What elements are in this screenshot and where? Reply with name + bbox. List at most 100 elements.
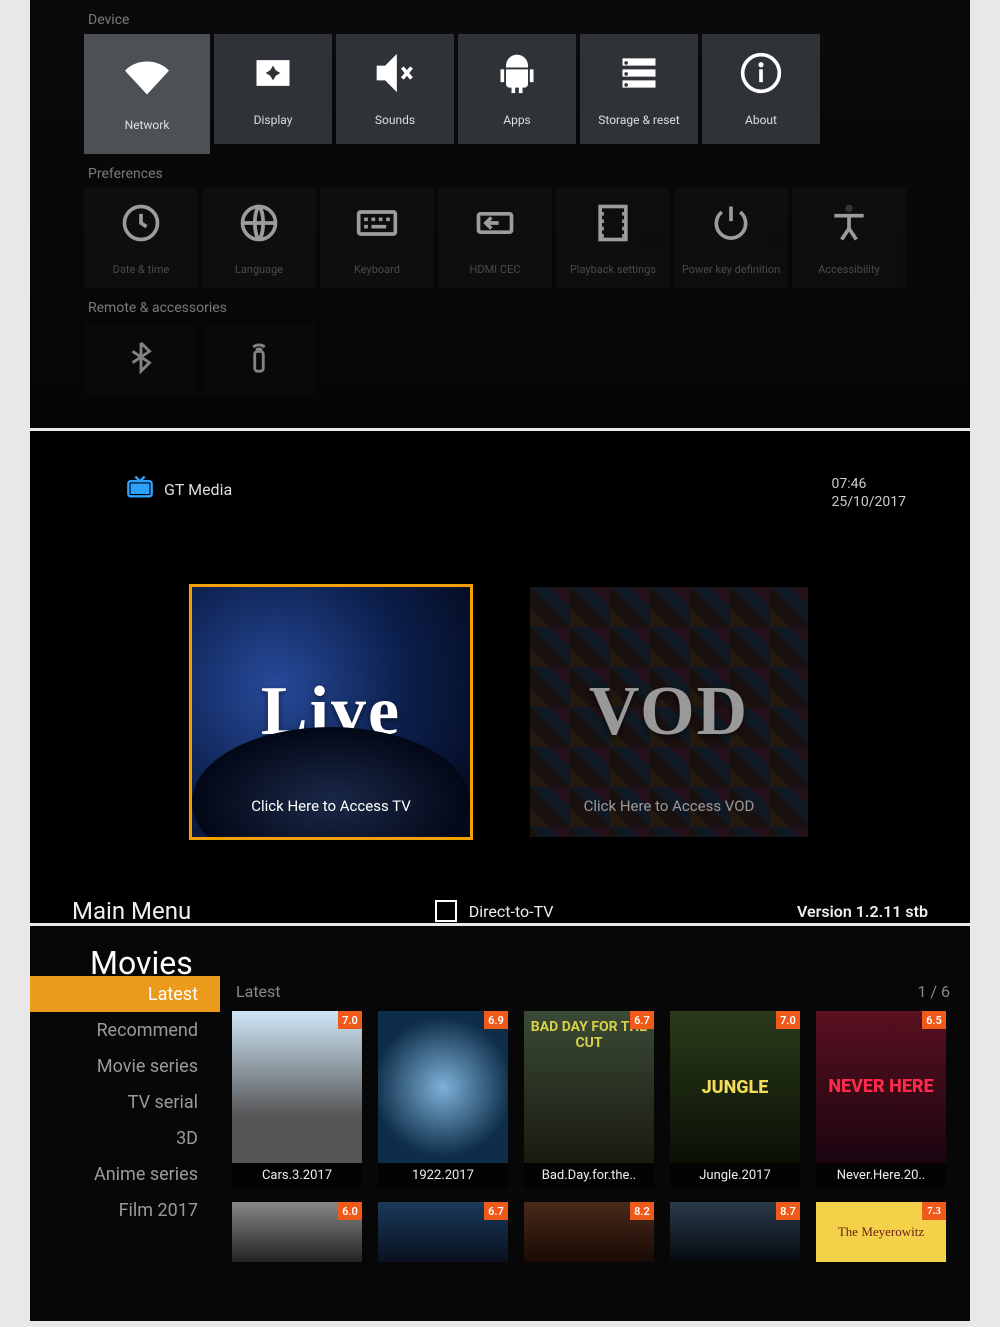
rating-badge: 7.0 bbox=[338, 1011, 362, 1029]
direct-tv-label: Direct-to-TV bbox=[469, 902, 554, 921]
poster-name: Bad.Day.for.the.. bbox=[524, 1163, 654, 1188]
section-preferences-title: Preferences bbox=[38, 154, 962, 188]
sidebar-item-recommend[interactable]: Recommend bbox=[30, 1012, 220, 1048]
tile-label: Storage & reset bbox=[598, 113, 679, 127]
info-icon bbox=[739, 51, 783, 99]
power-icon bbox=[709, 201, 753, 249]
globe-icon bbox=[237, 201, 281, 249]
main-menu-label: Main Menu bbox=[72, 897, 191, 923]
poster-art: 8.2 bbox=[524, 1202, 654, 1262]
gtmedia-header: GT Media 07:46 25/10/2017 bbox=[70, 455, 930, 511]
tile-network[interactable]: Network bbox=[84, 34, 210, 154]
sidebar-item-tv-serial[interactable]: TV serial bbox=[30, 1084, 220, 1120]
tile-language[interactable]: Language bbox=[202, 188, 316, 288]
checkbox-icon bbox=[435, 900, 457, 922]
gtmedia-tiles: Live Click Here to Access TV VOD Click H… bbox=[70, 587, 930, 837]
movies-main: Latest 1 / 6 7.0 Cars.3.2017 6.9 1922.2017 B… bbox=[232, 982, 970, 1262]
brand: GT Media bbox=[126, 475, 232, 503]
tile-remote[interactable] bbox=[202, 322, 316, 396]
movie-poster[interactable]: 8.2 bbox=[524, 1202, 654, 1262]
vod-tile[interactable]: VOD Click Here to Access VOD bbox=[530, 587, 808, 837]
clock-date: 25/10/2017 bbox=[832, 493, 907, 511]
poster-art: NEVER HERE6.5 bbox=[816, 1011, 946, 1163]
movie-poster[interactable]: 6.0 bbox=[232, 1202, 362, 1262]
brand-text: GT Media bbox=[164, 480, 232, 499]
remote-icon bbox=[242, 340, 276, 378]
rating-badge: 6.0 bbox=[338, 1202, 362, 1220]
rating-badge: 6.7 bbox=[630, 1011, 654, 1029]
clock: 07:46 25/10/2017 bbox=[832, 475, 907, 511]
movie-poster[interactable]: NEVER HERE6.5Never.Here.20.. bbox=[816, 1011, 946, 1188]
tile-label: Apps bbox=[503, 113, 531, 127]
movie-poster[interactable]: 6.9 1922.2017 bbox=[378, 1011, 508, 1188]
sidebar-item-anime-series[interactable]: Anime series bbox=[30, 1156, 220, 1192]
movies-subtitle: Latest bbox=[236, 982, 281, 1001]
rating-badge: 8.7 bbox=[776, 1202, 800, 1220]
tile-accessibility[interactable]: Accessibility bbox=[792, 188, 906, 288]
movie-poster[interactable]: 6.7 bbox=[378, 1202, 508, 1262]
preferences-row: Date & time Language Keyboard HDMI CEC P… bbox=[38, 188, 962, 288]
sidebar-item-movie-series[interactable]: Movie series bbox=[30, 1048, 220, 1084]
tile-label: Sounds bbox=[375, 113, 415, 127]
tile-bluetooth[interactable] bbox=[84, 322, 198, 396]
tile-powerkey[interactable]: Power key definition bbox=[674, 188, 788, 288]
tile-keyboard[interactable]: Keyboard bbox=[320, 188, 434, 288]
poster-name: Jungle.2017 bbox=[670, 1163, 800, 1188]
wifi-icon bbox=[125, 56, 169, 104]
rating-badge: 7.0 bbox=[776, 1011, 800, 1029]
poster-name: 1922.2017 bbox=[378, 1163, 508, 1188]
tile-label: About bbox=[745, 113, 777, 127]
tile-label: Language bbox=[235, 263, 283, 276]
sidebar-item-film-2017[interactable]: Film 2017 bbox=[30, 1192, 220, 1228]
tile-label: Display bbox=[254, 113, 293, 127]
movies-row-2: 6.0 6.7 8.2 8.7 The Meyerowitz7.3 bbox=[232, 1202, 960, 1262]
tile-label: HDMI CEC bbox=[470, 263, 521, 276]
version-label: Version 1.2.11 stb bbox=[797, 902, 928, 921]
poster-name: Cars.3.2017 bbox=[232, 1163, 362, 1188]
clock-icon bbox=[119, 201, 163, 249]
tile-hdmicec[interactable]: HDMI CEC bbox=[438, 188, 552, 288]
movie-poster[interactable]: 8.7 bbox=[670, 1202, 800, 1262]
tile-storage[interactable]: Storage & reset bbox=[580, 34, 698, 144]
tile-label: Accessibility bbox=[818, 263, 880, 276]
hdmi-icon bbox=[473, 201, 517, 249]
live-tile[interactable]: Live Click Here to Access TV bbox=[192, 587, 470, 837]
sound-mute-icon bbox=[373, 51, 417, 99]
poster-art: 7.0 bbox=[232, 1011, 362, 1163]
tile-datetime[interactable]: Date & time bbox=[84, 188, 198, 288]
gtmedia-screen: GT Media 07:46 25/10/2017 Live Click Her… bbox=[30, 431, 970, 923]
section-device-title: Device bbox=[38, 0, 962, 34]
bluetooth-icon bbox=[124, 340, 158, 378]
tile-label: Network bbox=[125, 118, 170, 132]
movies-row-1: 7.0Cars.3.20176.91922.2017BAD DAY FOR TH… bbox=[232, 1011, 960, 1188]
film-icon bbox=[591, 201, 635, 249]
poster-name: Never.Here.20.. bbox=[816, 1163, 946, 1188]
tv-icon bbox=[126, 475, 154, 503]
direct-tv-checkbox[interactable]: Direct-to-TV bbox=[435, 900, 554, 922]
sidebar-item-latest[interactable]: Latest bbox=[30, 976, 220, 1012]
tile-apps[interactable]: Apps bbox=[458, 34, 576, 144]
tile-about[interactable]: About bbox=[702, 34, 820, 144]
tile-playback[interactable]: Playback settings bbox=[556, 188, 670, 288]
tile-display[interactable]: Display bbox=[214, 34, 332, 144]
movies-screen: Movies LatestRecommendMovie seriesTV ser… bbox=[30, 926, 970, 1321]
device-row: Network Display Sounds Apps Storage & re bbox=[38, 34, 962, 154]
rating-badge: 6.9 bbox=[484, 1011, 508, 1029]
movies-page: 1 / 6 bbox=[917, 982, 950, 1001]
live-caption: Click Here to Access TV bbox=[251, 797, 411, 837]
remote-row bbox=[38, 322, 962, 396]
poster-art: JUNGLE7.0 bbox=[670, 1011, 800, 1163]
movies-sidebar: LatestRecommendMovie seriesTV serial3DAn… bbox=[30, 976, 220, 1262]
keyboard-icon bbox=[355, 201, 399, 249]
poster-art: 6.0 bbox=[232, 1202, 362, 1262]
rating-badge: 6.7 bbox=[484, 1202, 508, 1220]
movie-poster[interactable]: JUNGLE7.0Jungle.2017 bbox=[670, 1011, 800, 1188]
movie-poster[interactable]: The Meyerowitz7.3 bbox=[816, 1202, 946, 1262]
tile-sounds[interactable]: Sounds bbox=[336, 34, 454, 144]
rating-badge: 6.5 bbox=[922, 1011, 946, 1029]
movie-poster[interactable]: 7.0 Cars.3.2017 bbox=[232, 1011, 362, 1188]
tile-label: Keyboard bbox=[354, 263, 400, 276]
movie-poster[interactable]: BAD DAY FOR THE CUT6.7Bad.Day.for.the.. bbox=[524, 1011, 654, 1188]
rating-badge: 8.2 bbox=[630, 1202, 654, 1220]
sidebar-item-3d[interactable]: 3D bbox=[30, 1120, 220, 1156]
